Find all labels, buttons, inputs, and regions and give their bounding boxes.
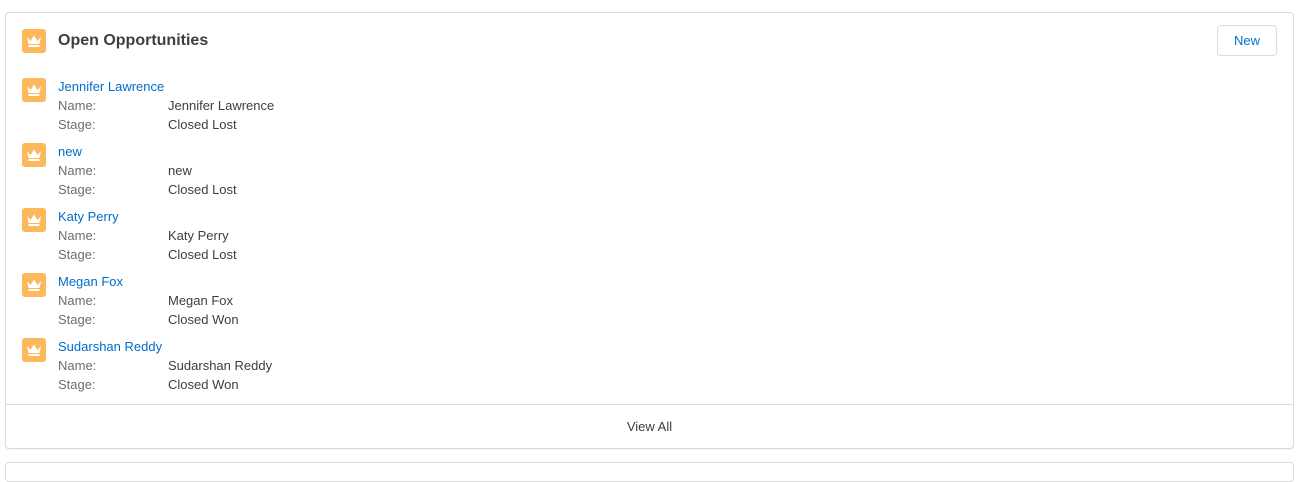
name-value: Katy Perry	[168, 228, 229, 243]
crown-icon	[22, 338, 46, 362]
name-label: Name:	[58, 293, 97, 308]
name-value: Jennifer Lawrence	[168, 98, 275, 113]
stage-label: Stage:	[58, 117, 96, 132]
list-item: new Name: new Stage: Closed Lost	[6, 142, 1293, 207]
card-header: Open Opportunities New	[6, 13, 1293, 71]
stage-label: Stage:	[58, 377, 96, 392]
stage-value: Closed Lost	[168, 182, 237, 197]
card-footer: View All	[6, 404, 1293, 448]
next-card	[5, 462, 1294, 482]
name-value: new	[168, 163, 192, 178]
name-label: Name:	[58, 358, 97, 373]
crown-icon	[22, 273, 46, 297]
record-link[interactable]: Katy Perry	[58, 209, 119, 225]
stage-label: Stage:	[58, 312, 96, 327]
card-title[interactable]: Open Opportunities	[58, 31, 208, 51]
view-all-link[interactable]: View All	[627, 419, 672, 434]
record-link[interactable]: Jennifer Lawrence	[58, 79, 164, 95]
list-item: Jennifer Lawrence Name: Jennifer Lawrenc…	[6, 77, 1293, 142]
name-label: Name:	[58, 163, 97, 178]
crown-icon	[22, 143, 46, 167]
record-link[interactable]: Sudarshan Reddy	[58, 339, 162, 355]
list-item: Katy Perry Name: Katy Perry Stage: Close…	[6, 207, 1293, 272]
stage-label: Stage:	[58, 247, 96, 262]
record-link[interactable]: Megan Fox	[58, 274, 123, 290]
stage-value: Closed Lost	[168, 247, 237, 262]
crown-icon	[22, 78, 46, 102]
open-opportunities-card: Open Opportunities New Jennifer Lawrence…	[5, 12, 1294, 449]
name-value: Megan Fox	[168, 293, 234, 308]
stage-value: Closed Won	[168, 312, 239, 327]
record-list: Jennifer Lawrence Name: Jennifer Lawrenc…	[6, 77, 1293, 402]
crown-icon	[22, 29, 46, 53]
name-label: Name:	[58, 228, 97, 243]
list-item: Megan Fox Name: Megan Fox Stage: Closed …	[6, 272, 1293, 337]
crown-icon	[22, 208, 46, 232]
stage-label: Stage:	[58, 182, 96, 197]
stage-value: Closed Won	[168, 377, 239, 392]
stage-value: Closed Lost	[168, 117, 237, 132]
record-link[interactable]: new	[58, 144, 82, 160]
new-button[interactable]: New	[1217, 25, 1277, 56]
name-label: Name:	[58, 98, 97, 113]
name-value: Sudarshan Reddy	[168, 358, 273, 373]
list-item: Sudarshan Reddy Name: Sudarshan Reddy St…	[6, 337, 1293, 402]
